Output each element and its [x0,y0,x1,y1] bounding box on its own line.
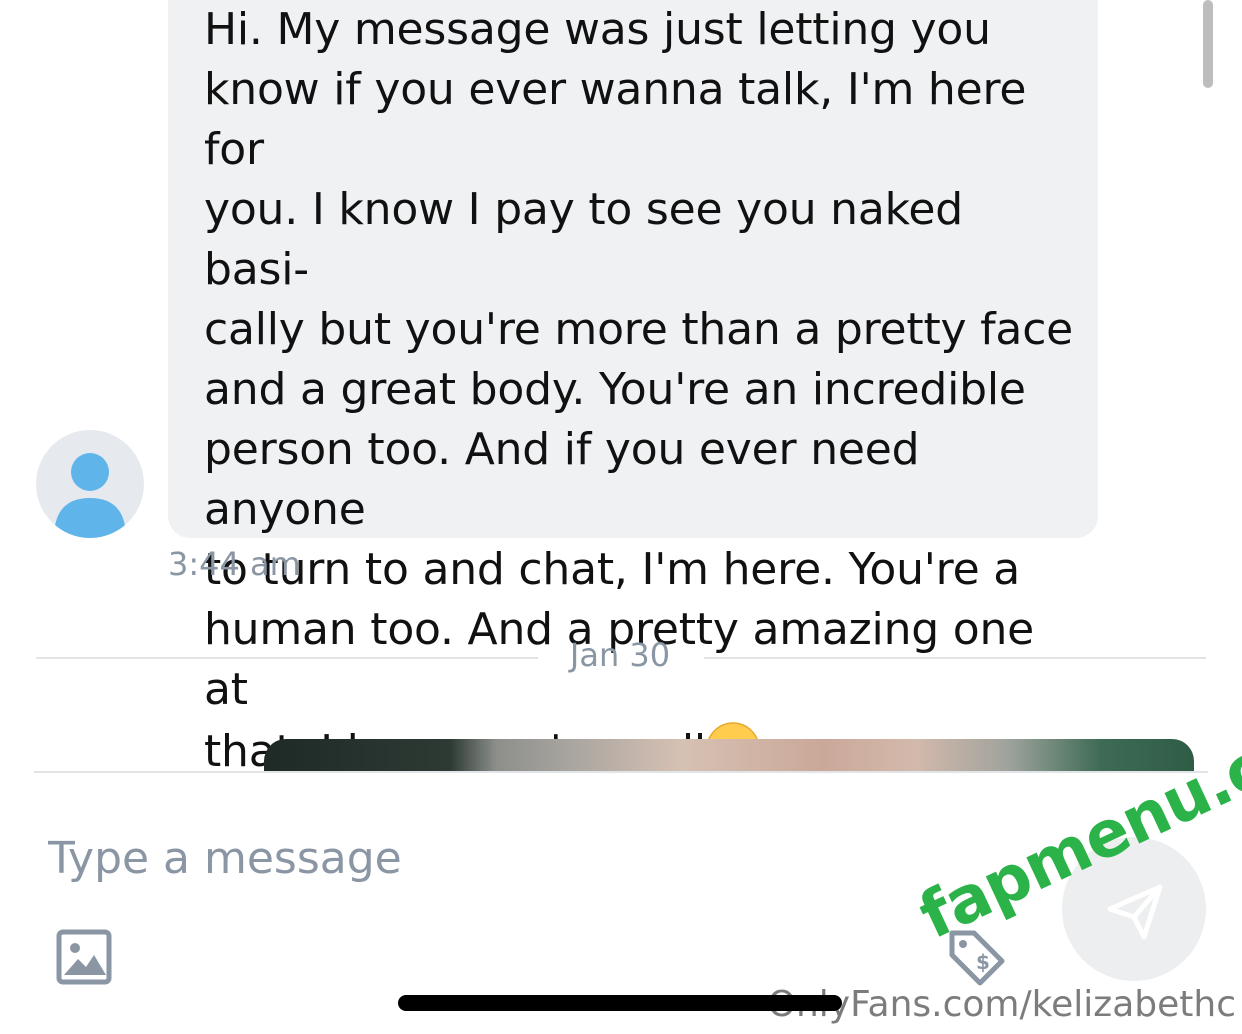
message-line: you. I know I pay to see you naked basi- [204,184,977,295]
svg-text:$: $ [976,950,990,974]
date-divider-left [36,657,538,659]
sender-avatar[interactable] [36,430,144,538]
media-message-thumbnail[interactable] [264,739,1194,771]
message-line: person too. And if you ever need anyone [204,424,934,535]
message-line: and a great body. You're an incredible [204,364,1026,415]
message-line: know if you ever wanna talk, I'm here fo… [204,64,1041,175]
message-timestamp: 3:44 am [168,545,301,583]
user-avatar-icon [54,453,126,538]
incoming-message-bubble[interactable]: Hi. My message was just letting you know… [168,0,1098,771]
date-divider-right [704,657,1206,659]
scrollbar[interactable] [1203,0,1213,88]
attach-media-button[interactable] [56,929,112,989]
message-line: Hi. My message was just letting you [204,4,991,55]
image-icon [56,929,112,985]
chat-thread: Hi. My message was just letting you know… [0,0,1242,771]
message-line: cally but you're more than a pretty face [204,304,1074,355]
date-separator: Jan 30 [569,636,671,674]
message-input[interactable] [48,823,948,893]
message-line: to turn to and chat, I'm here. You're a [204,544,1020,595]
home-indicator[interactable] [398,995,842,1011]
